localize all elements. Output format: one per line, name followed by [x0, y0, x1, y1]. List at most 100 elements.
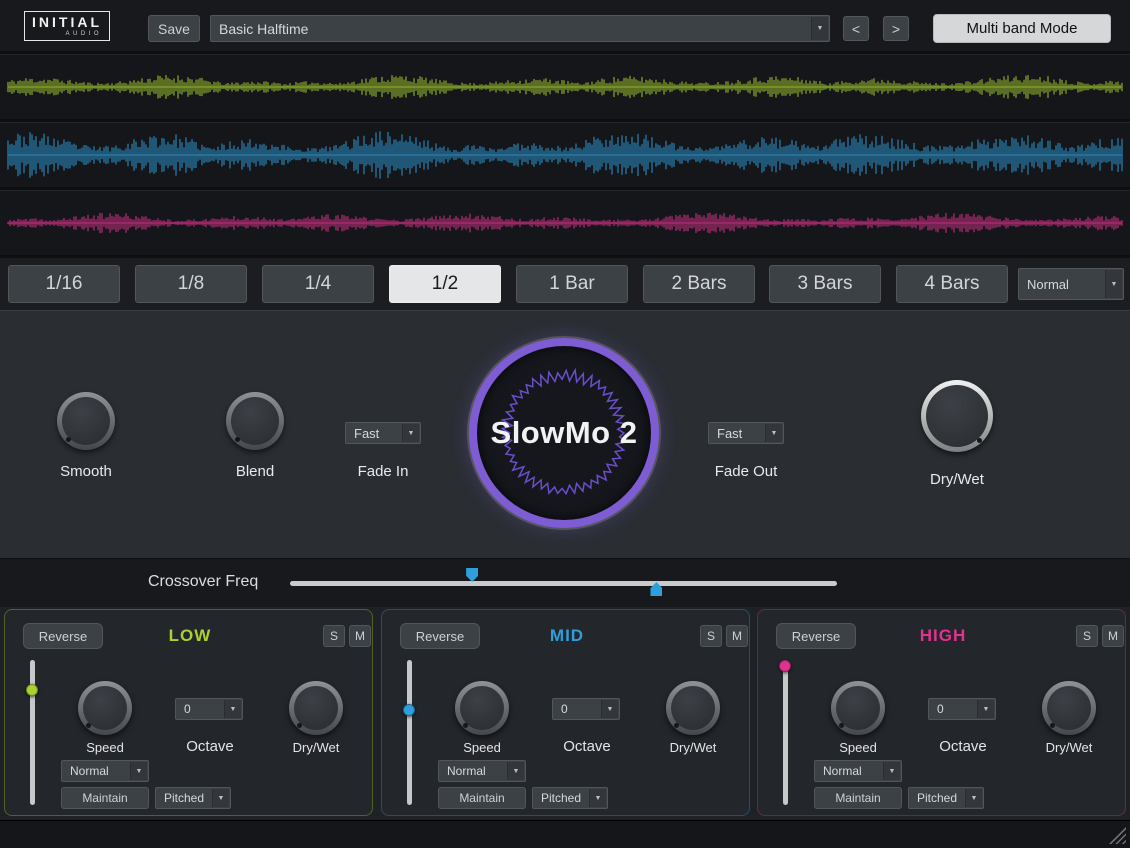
waveform-mid-band — [0, 122, 1130, 188]
division-button-1-4[interactable]: 1/4 — [262, 265, 374, 303]
division-button-1-2[interactable]: 1/2 — [389, 265, 501, 303]
preset-next-button[interactable]: > — [883, 16, 909, 41]
mute-button[interactable]: M — [1102, 625, 1124, 647]
blend-knob[interactable] — [226, 392, 284, 450]
pitch-mode-select[interactable]: Pitched ▼ — [532, 787, 608, 809]
reverse-button[interactable]: Reverse — [400, 623, 480, 649]
crossover-section: Crossover Freq — [0, 558, 1130, 607]
chevron-down-icon: ▼ — [965, 789, 982, 807]
multiband-mode-button[interactable]: Multi band Mode — [933, 14, 1111, 43]
fade-in-select[interactable]: Fast ▼ — [345, 422, 421, 444]
mute-button[interactable]: M — [726, 625, 748, 647]
waveform-mid-svg — [0, 123, 1130, 187]
knob-indicator — [674, 723, 679, 728]
header: INITIAL AUDIO Save Basic Halftime ▼ < > … — [0, 0, 1130, 52]
chevron-down-icon: ▼ — [402, 424, 419, 442]
pitch-mode-select[interactable]: Pitched ▼ — [908, 787, 984, 809]
octave-select[interactable]: 0 ▼ — [175, 698, 243, 720]
band-drywet-label: Dry/Wet — [271, 740, 361, 755]
solo-button[interactable]: S — [323, 625, 345, 647]
volume-slider-handle[interactable] — [403, 704, 415, 716]
preset-prev-button[interactable]: < — [843, 16, 869, 41]
fade-out-label: Fade Out — [696, 463, 796, 480]
band-mode-select[interactable]: Normal ▼ — [61, 760, 149, 782]
octave-label: Octave — [918, 738, 1008, 755]
solo-button[interactable]: S — [1076, 625, 1098, 647]
band-mode-select[interactable]: Normal ▼ — [438, 760, 526, 782]
brand-logo: INITIAL AUDIO — [24, 11, 110, 41]
waveform-low-band — [0, 54, 1130, 120]
volume-slider-handle[interactable] — [26, 684, 38, 696]
band-drywet-knob[interactable] — [1042, 681, 1096, 735]
knob-indicator — [463, 723, 468, 728]
drywet-knob[interactable] — [921, 380, 993, 452]
waveform-low-svg — [0, 55, 1130, 119]
volume-slider-track[interactable] — [783, 660, 788, 805]
waveform-high-svg — [0, 191, 1130, 255]
chevron-down-icon: ▼ — [765, 424, 782, 442]
band-name: MID — [492, 626, 642, 646]
band-drywet-knob[interactable] — [666, 681, 720, 735]
division-button-2-bars[interactable]: 2 Bars — [643, 265, 755, 303]
chevron-down-icon: ▼ — [130, 762, 147, 780]
plugin-window: INITIAL AUDIO Save Basic Halftime ▼ < > … — [0, 0, 1130, 848]
status-bar — [0, 820, 1130, 848]
trigger-mode-value: Normal — [1027, 277, 1069, 292]
band-drywet-label: Dry/Wet — [648, 740, 738, 755]
smooth-knob[interactable] — [57, 392, 115, 450]
maintain-button[interactable]: Maintain — [61, 787, 149, 809]
chevron-down-icon: ▼ — [589, 789, 606, 807]
octave-select[interactable]: 0 ▼ — [552, 698, 620, 720]
maintain-button[interactable]: Maintain — [814, 787, 902, 809]
plugin-title: SlowMo 2 — [491, 415, 638, 451]
band-drywet-knob[interactable] — [289, 681, 343, 735]
crossover-slider-track[interactable] — [290, 581, 837, 586]
knob-indicator — [66, 437, 71, 442]
waveform-high-band — [0, 190, 1130, 256]
chevron-down-icon: ▼ — [507, 762, 524, 780]
pitch-mode-value: Pitched — [164, 791, 204, 805]
maintain-button[interactable]: Maintain — [438, 787, 526, 809]
pitch-mode-value: Pitched — [541, 791, 581, 805]
band-name: LOW — [115, 626, 265, 646]
chevron-down-icon: ▼ — [224, 700, 241, 718]
mute-button[interactable]: M — [349, 625, 371, 647]
preset-value: Basic Halftime — [219, 21, 308, 37]
volume-slider-track[interactable] — [30, 660, 35, 805]
pitch-mode-select[interactable]: Pitched ▼ — [155, 787, 231, 809]
reverse-button[interactable]: Reverse — [776, 623, 856, 649]
crossover-handle-low[interactable] — [466, 568, 478, 582]
volume-slider-track[interactable] — [407, 660, 412, 805]
speed-knob[interactable] — [78, 681, 132, 735]
chevron-down-icon: ▼ — [601, 700, 618, 718]
octave-value: 0 — [937, 702, 944, 716]
chevron-down-icon: ▼ — [883, 762, 900, 780]
division-button-1-16[interactable]: 1/16 — [8, 265, 120, 303]
save-button[interactable]: Save — [148, 15, 200, 42]
division-button-1-bar[interactable]: 1 Bar — [516, 265, 628, 303]
trigger-mode-select[interactable]: Normal ▼ — [1018, 268, 1124, 300]
division-button-3-bars[interactable]: 3 Bars — [769, 265, 881, 303]
drywet-label: Dry/Wet — [907, 471, 1007, 488]
reverse-button[interactable]: Reverse — [23, 623, 103, 649]
volume-slider-handle[interactable] — [779, 660, 791, 672]
band-panel-mid: Reverse MID S M Speed 0 ▼ Octave Dry/Wet… — [381, 609, 750, 816]
crossover-label: Crossover Freq — [148, 573, 258, 591]
pitch-mode-value: Pitched — [917, 791, 957, 805]
band-panel-high: Reverse HIGH S M Speed 0 ▼ Octave Dry/We… — [757, 609, 1126, 816]
band-name: HIGH — [868, 626, 1018, 646]
octave-select[interactable]: 0 ▼ — [928, 698, 996, 720]
fade-in-label: Fade In — [333, 463, 433, 480]
speed-knob[interactable] — [455, 681, 509, 735]
resize-grip[interactable] — [1109, 827, 1126, 844]
solo-button[interactable]: S — [700, 625, 722, 647]
band-mode-value: Normal — [823, 764, 862, 778]
fade-out-select[interactable]: Fast ▼ — [708, 422, 784, 444]
speed-knob[interactable] — [831, 681, 885, 735]
division-button-4-bars[interactable]: 4 Bars — [896, 265, 1008, 303]
band-mode-select[interactable]: Normal ▼ — [814, 760, 902, 782]
brand-name: INITIAL — [32, 14, 102, 30]
speed-label: Speed — [437, 740, 527, 755]
preset-select[interactable]: Basic Halftime ▼ — [210, 15, 830, 42]
division-button-1-8[interactable]: 1/8 — [135, 265, 247, 303]
